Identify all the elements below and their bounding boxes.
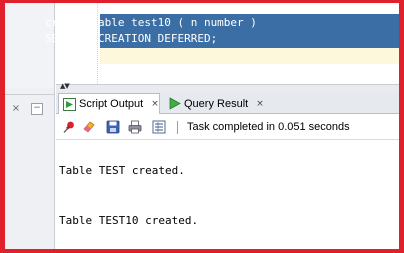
output-line-1: Table TEST created. xyxy=(59,164,185,177)
script-output-area[interactable]: Table TEST created. Table TEST10 created… xyxy=(56,141,404,253)
tab-query-result-label: Query Result xyxy=(184,97,249,110)
side-panel-divider xyxy=(0,94,54,95)
output-toolbar: Task completed in 0.051 seconds xyxy=(56,114,404,140)
tab-script-output[interactable]: Script Output × xyxy=(58,93,160,114)
code-line-1[interactable]: create table test10 ( n number ) xyxy=(45,16,257,30)
script-output-icon xyxy=(63,97,76,111)
tab-script-output-label: Script Output xyxy=(79,98,144,110)
panel-splitter[interactable]: ▲▼ xyxy=(56,82,404,92)
print-icon[interactable] xyxy=(128,120,142,134)
output-tab-bar: Script Output × Query Result × xyxy=(56,92,404,114)
pin-icon[interactable] xyxy=(62,120,76,134)
panel-close-icon[interactable]: × xyxy=(10,103,22,115)
current-line-highlight xyxy=(100,48,404,64)
toolbar-separator xyxy=(177,121,178,134)
close-icon[interactable]: × xyxy=(256,99,264,109)
export-icon[interactable] xyxy=(152,120,166,134)
task-status-text: Task completed in 0.051 seconds xyxy=(187,121,350,133)
splitter-arrows-icon[interactable]: ▲▼ xyxy=(60,82,70,90)
save-icon[interactable] xyxy=(106,120,120,134)
code-line-2[interactable]: SEGMENT CREATION DEFERRED; xyxy=(45,32,217,46)
run-query-icon xyxy=(168,97,181,110)
output-line-2: Table TEST10 created. xyxy=(59,214,199,227)
tab-query-result[interactable]: Query Result × xyxy=(164,93,274,114)
close-icon[interactable]: × xyxy=(151,99,159,109)
eraser-icon[interactable] xyxy=(82,120,96,134)
panel-minimize-icon[interactable]: − xyxy=(31,103,43,115)
